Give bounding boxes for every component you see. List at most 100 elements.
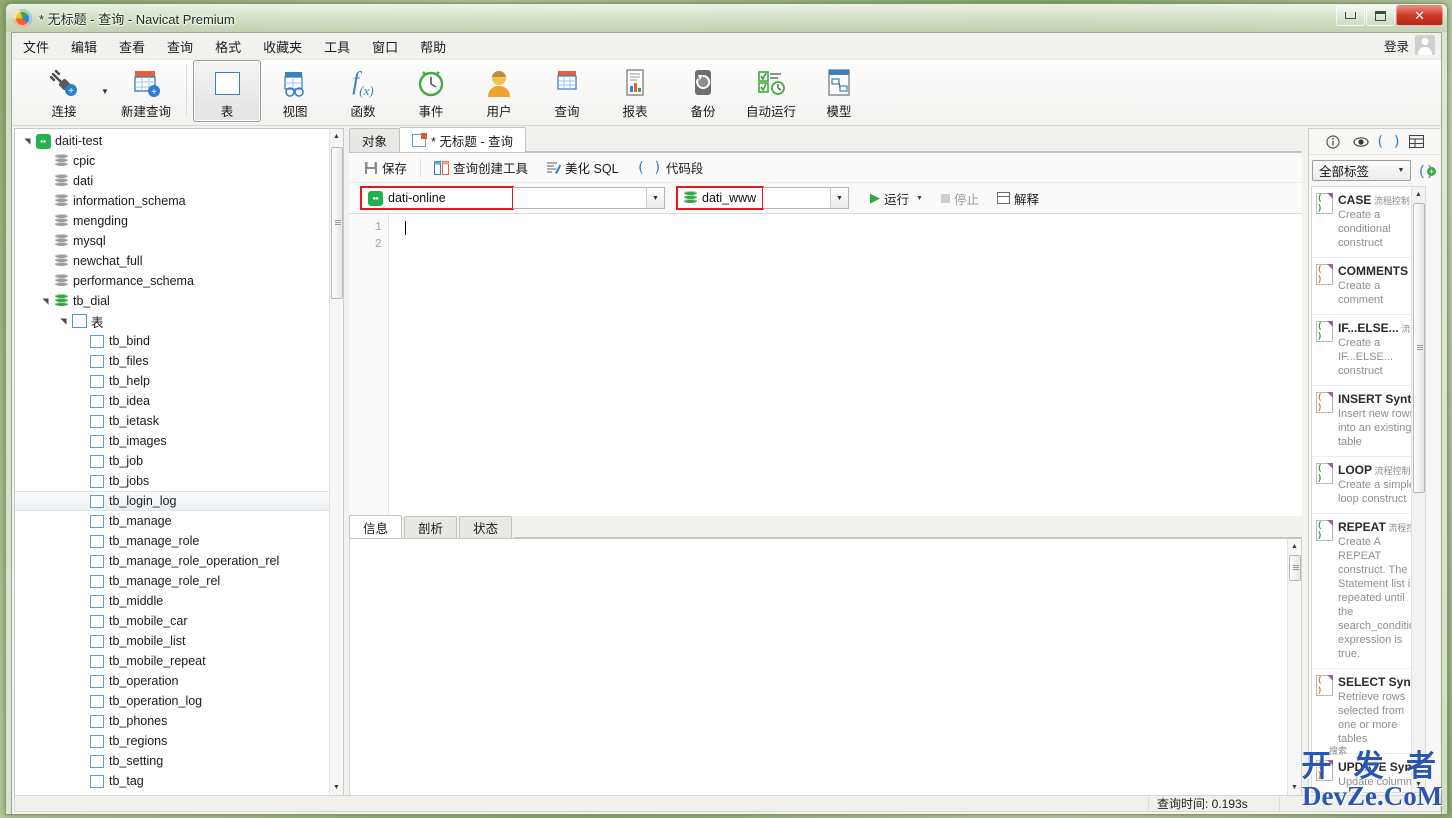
tree-item[interactable]: tb_job	[15, 451, 329, 471]
tree-item[interactable]: dati	[15, 171, 329, 191]
menu-format[interactable]: 格式	[204, 33, 252, 60]
tree-item[interactable]: tb_help	[15, 371, 329, 391]
tree-item[interactable]: tb_mobile_repeat	[15, 651, 329, 671]
tree-item[interactable]: tb_images	[15, 431, 329, 451]
toolbar-button-model[interactable]: 模型	[805, 60, 873, 122]
toolbar-button-backup[interactable]: 备份	[669, 60, 737, 122]
tree-item[interactable]: tb_setting	[15, 751, 329, 771]
scroll-down-icon[interactable]: ▼	[1288, 780, 1301, 795]
tree-item[interactable]: information_schema	[15, 191, 329, 211]
scroll-down-icon[interactable]: ▼	[330, 780, 343, 795]
scroll-up-icon[interactable]: ▲	[330, 129, 343, 144]
snippet-scrollbar[interactable]: ▲ ▼	[1411, 187, 1425, 792]
snippet-item[interactable]: ( ) REPEAT 流程控制 Create A REPEAT construct.…	[1312, 514, 1425, 669]
snippet-item[interactable]: ( ) SELECT Syntax Retrieve rows selected f…	[1312, 669, 1425, 754]
toolbar-button-user[interactable]: 用户	[465, 60, 533, 122]
scroll-up-icon[interactable]: ▲	[1288, 539, 1301, 554]
result-scroll-thumb[interactable]	[1289, 555, 1301, 581]
tree-item[interactable]: tb_manage_role	[15, 531, 329, 551]
snippet-item[interactable]: ( ) COMMENTS 注 Create a comment	[1312, 258, 1425, 315]
tree-item[interactable]: performance_schema	[15, 271, 329, 291]
tab-query[interactable]: * 无标题 - 查询	[399, 127, 526, 152]
chevron-down-icon[interactable]: ▼	[98, 60, 112, 122]
tab-objects[interactable]: 对象	[349, 128, 401, 152]
object-tree[interactable]: ◢ ↔ daiti-test cpic dati information_schema me…	[15, 129, 329, 791]
tree-item[interactable]: tb_manage_role_operation_rel	[15, 551, 329, 571]
tree-item[interactable]: cpic	[15, 151, 329, 171]
database-combo-dropdown-area[interactable]: ▼	[763, 187, 849, 209]
user-avatar-icon[interactable]	[1415, 35, 1435, 55]
tree-item[interactable]: tb_files	[15, 351, 329, 371]
tree-item[interactable]: tb_mobile_car	[15, 611, 329, 631]
tree-item[interactable]: tb_mobile_list	[15, 631, 329, 651]
chevron-down-icon[interactable]: ▼	[1392, 161, 1410, 180]
tree-item[interactable]: newchat_full	[15, 251, 329, 271]
chevron-down-icon[interactable]: ▼	[646, 188, 664, 208]
tab-info[interactable]: 信息	[349, 515, 403, 538]
query-builder-button[interactable]: 查询创建工具	[425, 154, 537, 181]
minimize-button[interactable]	[1336, 5, 1365, 26]
tree-item[interactable]: tb_phones	[15, 711, 329, 731]
toolbar-button-new-query[interactable]: + 新建查询	[112, 60, 180, 122]
run-button[interactable]: ▶ 运行 ▼	[861, 185, 932, 212]
tree-item[interactable]: tb_operation	[15, 671, 329, 691]
connection-combo[interactable]: ↔ dati-online	[360, 186, 514, 210]
toolbar-button-table[interactable]: 表	[193, 60, 261, 122]
menu-tools[interactable]: 工具	[313, 33, 361, 60]
snippet-list[interactable]: ( ) CASE 流程控制 Create a conditional constru…	[1311, 186, 1426, 793]
tree-item[interactable]: ◢ tb_dial	[15, 291, 329, 311]
tree-item[interactable]: tb_idea	[15, 391, 329, 411]
tree-item[interactable]: mysql	[15, 231, 329, 251]
tree-item[interactable]: tb_bind	[15, 331, 329, 351]
tree-item[interactable]: mengding	[15, 211, 329, 231]
close-button[interactable]: ✕	[1396, 5, 1443, 26]
save-button[interactable]: 保存	[355, 154, 416, 181]
info-circle-icon[interactable]	[1325, 134, 1341, 150]
scroll-down-icon[interactable]: ▼	[1412, 777, 1425, 792]
toolbar-button-view[interactable]: 视图	[261, 60, 329, 122]
expand-twisty-icon[interactable]: ◢	[23, 135, 32, 147]
tree-item[interactable]: ◢ ↔ daiti-test	[15, 131, 329, 151]
code-snippet-button[interactable]: ( ) 代码段	[628, 154, 713, 181]
chevron-down-icon[interactable]: ▼	[830, 188, 848, 208]
explain-button[interactable]: 解释	[988, 185, 1048, 212]
toolbar-button-automation[interactable]: 自动运行	[737, 60, 805, 122]
grid-icon[interactable]	[1409, 134, 1425, 150]
tree-scrollbar[interactable]: ▲ ▼	[329, 129, 343, 795]
snippet-item[interactable]: ( ) CASE 流程控制 Create a conditional constru…	[1312, 187, 1425, 258]
tree-item[interactable]: tb_login_log	[15, 491, 329, 511]
menu-query[interactable]: 查询	[156, 33, 204, 60]
beautify-sql-button[interactable]: 美化 SQL	[537, 154, 628, 181]
menu-file[interactable]: 文件	[12, 33, 60, 60]
tree-item[interactable]: tb_middle	[15, 591, 329, 611]
toolbar-button-report[interactable]: 报表	[601, 60, 669, 122]
toolbar-button-connection-plug[interactable]: + 连接	[30, 60, 98, 122]
tree-item[interactable]: tb_ietask	[15, 411, 329, 431]
tree-scroll-thumb[interactable]	[331, 147, 343, 299]
menu-favorites[interactable]: 收藏夹	[252, 33, 313, 60]
menu-help[interactable]: 帮助	[409, 33, 457, 60]
chevron-down-icon[interactable]: ▼	[916, 195, 923, 202]
tree-item[interactable]: ◢ 表	[15, 311, 329, 331]
add-snippet-icon[interactable]: ( ) +	[1415, 162, 1437, 178]
menu-view[interactable]: 查看	[108, 33, 156, 60]
connection-combo-dropdown-area[interactable]: ▼	[513, 187, 665, 209]
snippet-scroll-thumb[interactable]	[1413, 203, 1425, 493]
tab-profile[interactable]: 剖析	[404, 516, 458, 538]
snippet-item[interactable]: ( ) LOOP 流程控制 Create a simple loop constru…	[1312, 457, 1425, 514]
toolbar-button-event-clock[interactable]: 事件	[397, 60, 465, 122]
database-combo[interactable]: dati_www	[676, 186, 764, 210]
sql-editor[interactable]: 12	[349, 213, 1302, 516]
tree-item[interactable]: tb_regions	[15, 731, 329, 751]
tree-item[interactable]: tb_manage	[15, 511, 329, 531]
snippet-item[interactable]: ( ) IF...ELSE... 流程控 Create a IF...ELSE...…	[1312, 315, 1425, 386]
eye-icon[interactable]	[1352, 134, 1369, 150]
menu-window[interactable]: 窗口	[361, 33, 409, 60]
expand-twisty-icon[interactable]: ◢	[41, 295, 50, 307]
login-link[interactable]: 登录	[1384, 36, 1409, 55]
toolbar-button-query[interactable]: 查询	[533, 60, 601, 122]
snippet-item[interactable]: ( ) UPDATE Syntax Update columns	[1312, 754, 1425, 792]
expand-twisty-icon[interactable]: ◢	[59, 315, 68, 327]
result-scrollbar[interactable]: ▲ ▼	[1287, 539, 1301, 795]
tab-status[interactable]: 状态	[459, 516, 513, 538]
